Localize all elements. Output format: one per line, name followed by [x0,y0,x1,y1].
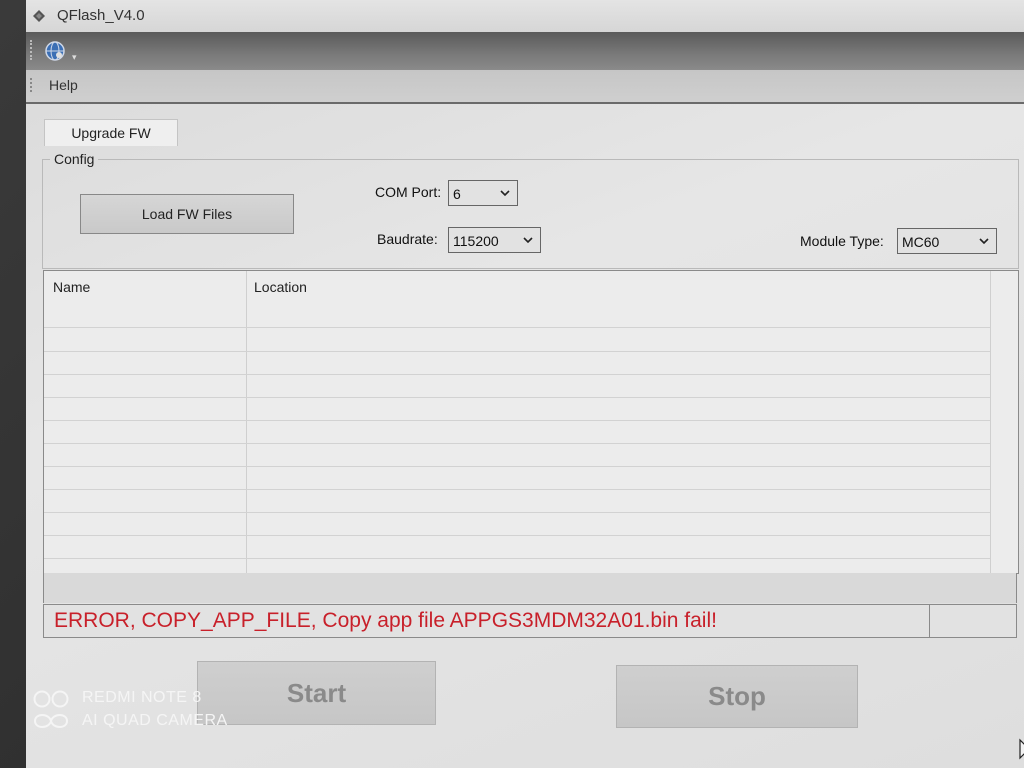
table-row-divider [44,558,990,559]
module-type-label: Module Type: [800,233,884,249]
table-row-divider [44,535,990,536]
column-header-location[interactable]: Location [254,279,307,295]
column-divider [246,271,247,573]
table-row-divider [44,327,990,328]
table-row-divider [44,351,990,352]
globe-icon[interactable] [42,38,68,64]
watermark-line-2: AI QUAD CAMERA [82,712,228,729]
table-row-divider [44,374,990,375]
title-bar[interactable]: QFlash_V4.0 [26,0,1024,32]
watermark-line-1: REDMI NOTE 8 [82,689,202,706]
mouse-pointer-icon [1019,738,1024,760]
camera-watermark: REDMI NOTE 8 AI QUAD CAMERA [32,689,232,733]
toolbar-grip[interactable] [30,40,35,60]
table-row-divider [44,489,990,490]
window-title: QFlash_V4.0 [57,7,145,24]
chevron-down-icon [979,238,989,245]
monitor-screen: QFlash_V4.0 ▾ Help Upgrade FW Config Loa… [0,0,1024,768]
table-row-divider [44,397,990,398]
menu-grip [30,78,34,92]
toolbar-dropdown-arrow-icon[interactable]: ▾ [72,52,82,62]
stop-button[interactable]: Stop [616,665,858,728]
table-header: Name Location [44,271,1018,303]
status-error-message: ERROR, COPY_APP_FILE, Copy app file APPG… [54,609,717,632]
chevron-down-icon [523,237,533,244]
table-row-divider [44,443,990,444]
toolbar: ▾ [26,32,1024,70]
menu-bar: Help [26,70,1024,104]
table-row-divider [44,420,990,421]
load-fw-files-button[interactable]: Load FW Files [80,194,294,234]
firmware-file-table[interactable]: Name Location [43,270,1019,574]
module-type-value: MC60 [902,234,940,250]
com-port-label: COM Port: [375,184,442,200]
column-divider [990,271,991,573]
column-header-name[interactable]: Name [53,279,90,295]
app-diamond-icon [33,10,45,22]
menu-help[interactable]: Help [49,77,78,93]
tab-upgrade-fw[interactable]: Upgrade FW [44,119,178,146]
com-port-select[interactable]: 6 [448,180,518,206]
config-group-label: Config [50,151,99,167]
status-divider [929,605,930,637]
status-bar: ERROR, COPY_APP_FILE, Copy app file APPG… [43,604,1017,638]
table-row-divider [44,512,990,513]
baudrate-value: 115200 [453,233,499,249]
com-port-value: 6 [453,186,461,202]
camera-logo-icon [33,690,69,728]
baudrate-select[interactable]: 115200 [448,227,541,253]
start-button[interactable]: Start [197,661,436,725]
chevron-down-icon [500,190,510,197]
baudrate-label: Baudrate: [377,231,438,247]
qflash-window: QFlash_V4.0 ▾ Help Upgrade FW Config Loa… [26,0,1024,768]
table-row-divider [44,466,990,467]
module-type-select[interactable]: MC60 [897,228,997,254]
table-footer-strip [43,573,1017,603]
